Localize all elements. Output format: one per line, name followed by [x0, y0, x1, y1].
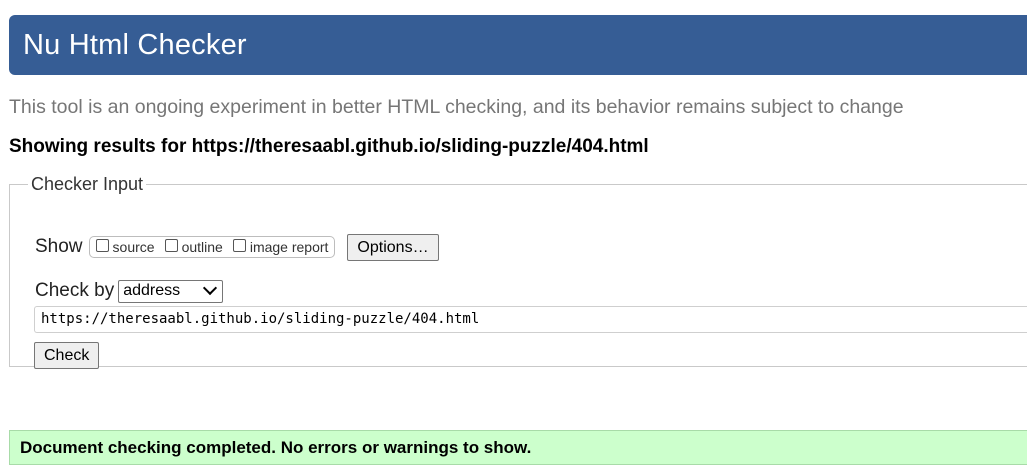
- outline-checkbox[interactable]: [164, 238, 178, 252]
- source-checkbox[interactable]: [95, 238, 109, 252]
- show-row: Show source outline image report Options…: [35, 233, 439, 261]
- checker-input-legend: Checker Input: [31, 174, 144, 194]
- checker-input-fieldset: Checker Input Show source outline image …: [9, 174, 1027, 369]
- show-outline-option[interactable]: outline: [164, 238, 223, 255]
- check-by-select[interactable]: address: [118, 279, 224, 303]
- check-by-label: Check by: [35, 280, 115, 301]
- results-heading: Showing results for https://theresaabl.g…: [9, 136, 649, 157]
- show-image-report-option[interactable]: image report: [232, 238, 329, 255]
- show-source-option[interactable]: source: [95, 238, 155, 255]
- image-report-checkbox[interactable]: [232, 238, 246, 252]
- options-button[interactable]: Options…: [347, 233, 439, 261]
- header-bar: Nu Html Checker: [9, 15, 1027, 75]
- outline-checkbox-label: outline: [181, 239, 223, 255]
- check-button[interactable]: Check: [34, 342, 100, 369]
- url-input[interactable]: https://theresaabl.github.io/sliding-puz…: [34, 306, 1027, 333]
- chevron-down-icon: [203, 280, 218, 296]
- show-label: Show: [35, 236, 83, 257]
- page: Nu Html Checker This tool is an ongoing …: [0, 0, 1027, 473]
- check-by-row: Check by address: [35, 279, 224, 303]
- source-checkbox-label: source: [112, 239, 155, 255]
- page-title: Nu Html Checker: [23, 29, 247, 61]
- tagline: This tool is an ongoing experiment in be…: [9, 96, 904, 118]
- check-by-selected-value: address: [123, 282, 181, 299]
- show-options-group: source outline image report: [88, 236, 336, 258]
- image-report-checkbox-label: image report: [249, 239, 329, 255]
- status-message: Document checking completed. No errors o…: [9, 430, 1027, 465]
